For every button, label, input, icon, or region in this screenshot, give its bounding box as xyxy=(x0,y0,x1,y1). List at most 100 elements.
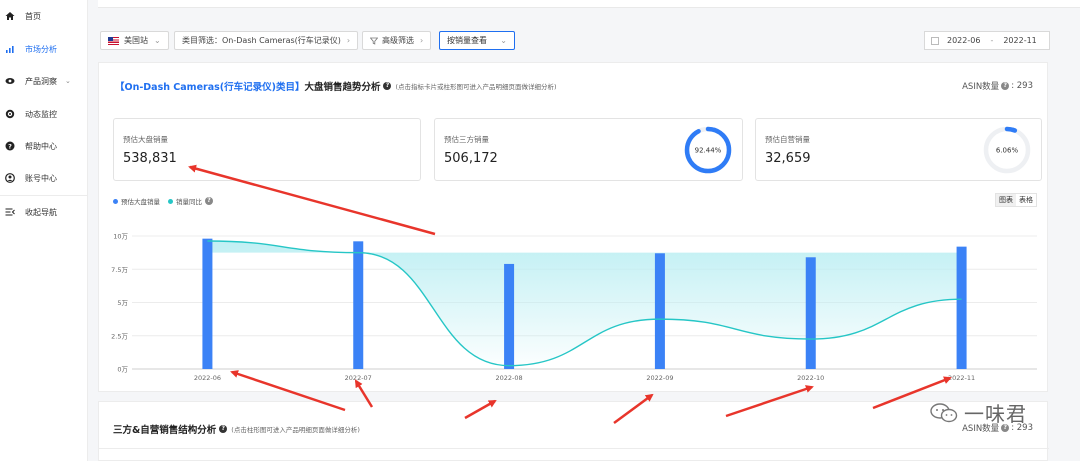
sidebar-item-market-analysis[interactable]: 市场分析 xyxy=(0,38,88,60)
sidebar-item-account[interactable]: 账号中心 xyxy=(0,167,88,189)
x-tick-label: 2022-10 xyxy=(797,374,824,382)
sales-trend-chart: 0万2.5万5万7.5万10万5%0%-5%-10%-15%-20%-25%-3… xyxy=(111,233,1037,382)
top-strip xyxy=(98,0,1080,8)
sidebar-item-home[interactable]: 首页 xyxy=(0,5,88,27)
collapse-nav-button[interactable]: 收起导航 xyxy=(0,201,88,223)
y-left-tick-label: 10万 xyxy=(113,233,128,241)
card-title: 三方&自营销售结构分析 ? (点击柱形图可进入产品明细页面做详细分析) xyxy=(113,422,360,436)
card-hint: (点击柱形图可进入产品明细页面做详细分析) xyxy=(231,426,360,434)
progress-ring-third-party: 92.44% xyxy=(684,126,732,174)
target-icon xyxy=(5,109,15,119)
kpi-card-total[interactable]: 预估大盘销量 538,831 xyxy=(113,118,421,181)
legend-dot xyxy=(113,198,118,204)
kpi-label: 预估三方销量 xyxy=(444,135,489,144)
bar xyxy=(956,246,967,369)
help-icon[interactable]: ? xyxy=(219,425,228,433)
kpi-value: 506,172 xyxy=(444,151,498,166)
kpi-card-self-operated[interactable]: 预估自营销量 32,659 6.06% xyxy=(755,118,1042,181)
legend-label: 预估大盘销量 xyxy=(121,198,160,206)
legend-dot xyxy=(168,198,173,204)
y-left-tick-label: 5万 xyxy=(117,299,128,307)
asin-label: ASIN数量 xyxy=(962,82,1000,92)
view-mode-select[interactable]: 按销量查看 ⌄ xyxy=(439,31,515,50)
chart-legend: 预估大盘销量 销量同比 ? xyxy=(113,196,221,206)
legend-label: 销量同比 xyxy=(176,198,202,206)
kpi-value: 538,831 xyxy=(123,151,177,166)
sales-structure-card: 三方&自营销售结构分析 ? (点击柱形图可进入产品明细页面做详细分析) ASIN… xyxy=(98,401,1049,461)
site-select[interactable]: 美国站 ⌄ xyxy=(100,31,169,50)
tab-table[interactable]: 表格 xyxy=(1016,194,1036,206)
series-area xyxy=(207,240,962,366)
bar xyxy=(353,241,364,369)
bar xyxy=(504,263,515,369)
tab-chart[interactable]: 图表 xyxy=(996,194,1016,206)
sidebar-item-label: 市场分析 xyxy=(25,44,57,54)
legend-item-line[interactable]: 销量同比 ? xyxy=(168,196,213,206)
filter-bar: 美国站 ⌄ 类目筛选：On-Dash Cameras(行车记录仪) › 高级筛选… xyxy=(98,22,1080,62)
sales-trend-card: 【On-Dash Cameras(行车记录仪)类目】 大盘销售趋势分析 ? (点… xyxy=(98,62,1048,392)
kpi-label: 预估自营销量 xyxy=(765,135,810,144)
kpi-value: 32,659 xyxy=(765,151,811,166)
sidebar-divider xyxy=(0,195,88,196)
y-left-tick-label: 0万 xyxy=(117,366,128,374)
x-tick-label: 2022-08 xyxy=(495,374,522,382)
card-title-category: 【On-Dash Cameras(行车记录仪)类目】 xyxy=(115,82,305,93)
divider xyxy=(99,448,1049,449)
svg-text:?: ? xyxy=(8,142,12,150)
y-left-tick-label: 2.5万 xyxy=(111,332,128,340)
date-end: 2022-11 xyxy=(1003,36,1037,45)
view-mode-label: 按销量查看 xyxy=(447,36,487,45)
help-icon[interactable]: ? xyxy=(1001,82,1010,90)
chevron-down-icon: ⌄ xyxy=(500,36,507,45)
asin-value: 293 xyxy=(1016,81,1033,91)
bar xyxy=(202,238,213,369)
advanced-filter[interactable]: 高级筛选 › xyxy=(362,31,432,50)
eye-icon xyxy=(5,76,15,86)
bar-chart-icon xyxy=(5,44,15,54)
sidebar-item-help[interactable]: ? 帮助中心 xyxy=(0,135,88,157)
card-title: 【On-Dash Cameras(行车记录仪)类目】 大盘销售趋势分析 ? (点… xyxy=(115,79,557,93)
progress-ring-self-operated: 6.06% xyxy=(983,126,1031,174)
bar xyxy=(805,257,816,369)
user-icon xyxy=(5,173,15,183)
us-flag-icon xyxy=(108,36,119,45)
sidebar-item-product-insight[interactable]: 产品洞察 ⌄ xyxy=(0,70,88,92)
calendar-icon xyxy=(931,36,939,45)
asin-count: ASIN数量 ? : 293 xyxy=(962,81,1033,92)
site-select-label: 美国站 xyxy=(124,36,148,45)
view-toggle: 图表 表格 xyxy=(995,193,1037,207)
ring-label: 6.06% xyxy=(996,147,1019,155)
sidebar-item-label: 动态监控 xyxy=(25,109,57,119)
card-hint: (点击指标卡片或柱形图可进入产品明细页面做详细分析) xyxy=(395,83,557,91)
legend-item-bar[interactable]: 预估大盘销量 xyxy=(113,196,160,206)
sidebar-item-label: 账号中心 xyxy=(25,173,57,183)
sidebar: 首页 市场分析 产品洞察 ⌄ 动态监控 ? 帮助中心 账号中心 收起导航 xyxy=(0,0,88,461)
chevron-right-icon: › xyxy=(420,36,424,45)
x-tick-label: 2022-11 xyxy=(948,374,975,382)
kpi-card-third-party[interactable]: 预估三方销量 506,172 92.44% xyxy=(434,118,743,181)
wechat-icon xyxy=(930,402,958,422)
advanced-filter-label: 高级筛选 xyxy=(382,36,414,45)
y-left-tick-label: 7.5万 xyxy=(111,266,128,274)
x-tick-label: 2022-07 xyxy=(345,374,372,382)
sidebar-item-label: 帮助中心 xyxy=(25,141,57,151)
card-title-main: 大盘销售趋势分析 xyxy=(304,82,381,93)
date-separator: - xyxy=(990,36,994,45)
home-icon xyxy=(5,11,15,21)
bar xyxy=(654,253,665,369)
help-icon[interactable]: ? xyxy=(383,82,392,90)
sidebar-item-label: 首页 xyxy=(25,11,41,21)
chevron-down-icon: ⌄ xyxy=(154,36,161,45)
help-icon: ? xyxy=(5,141,15,151)
ring-label: 92.44% xyxy=(695,147,722,155)
date-range-picker[interactable]: 2022-06 - 2022-11 xyxy=(924,31,1050,50)
category-filter[interactable]: 类目筛选：On-Dash Cameras(行车记录仪) › xyxy=(174,31,359,50)
card-title-main: 三方&自营销售结构分析 xyxy=(113,425,217,436)
sidebar-item-monitoring[interactable]: 动态监控 xyxy=(0,103,88,125)
collapse-nav-label: 收起导航 xyxy=(25,207,57,217)
help-icon[interactable]: ? xyxy=(205,197,213,205)
chevron-down-icon: ⌄ xyxy=(65,77,71,85)
x-tick-label: 2022-09 xyxy=(646,374,673,382)
watermark-text: 一味君 xyxy=(964,402,1027,426)
sidebar-item-label: 产品洞察 xyxy=(25,76,57,86)
